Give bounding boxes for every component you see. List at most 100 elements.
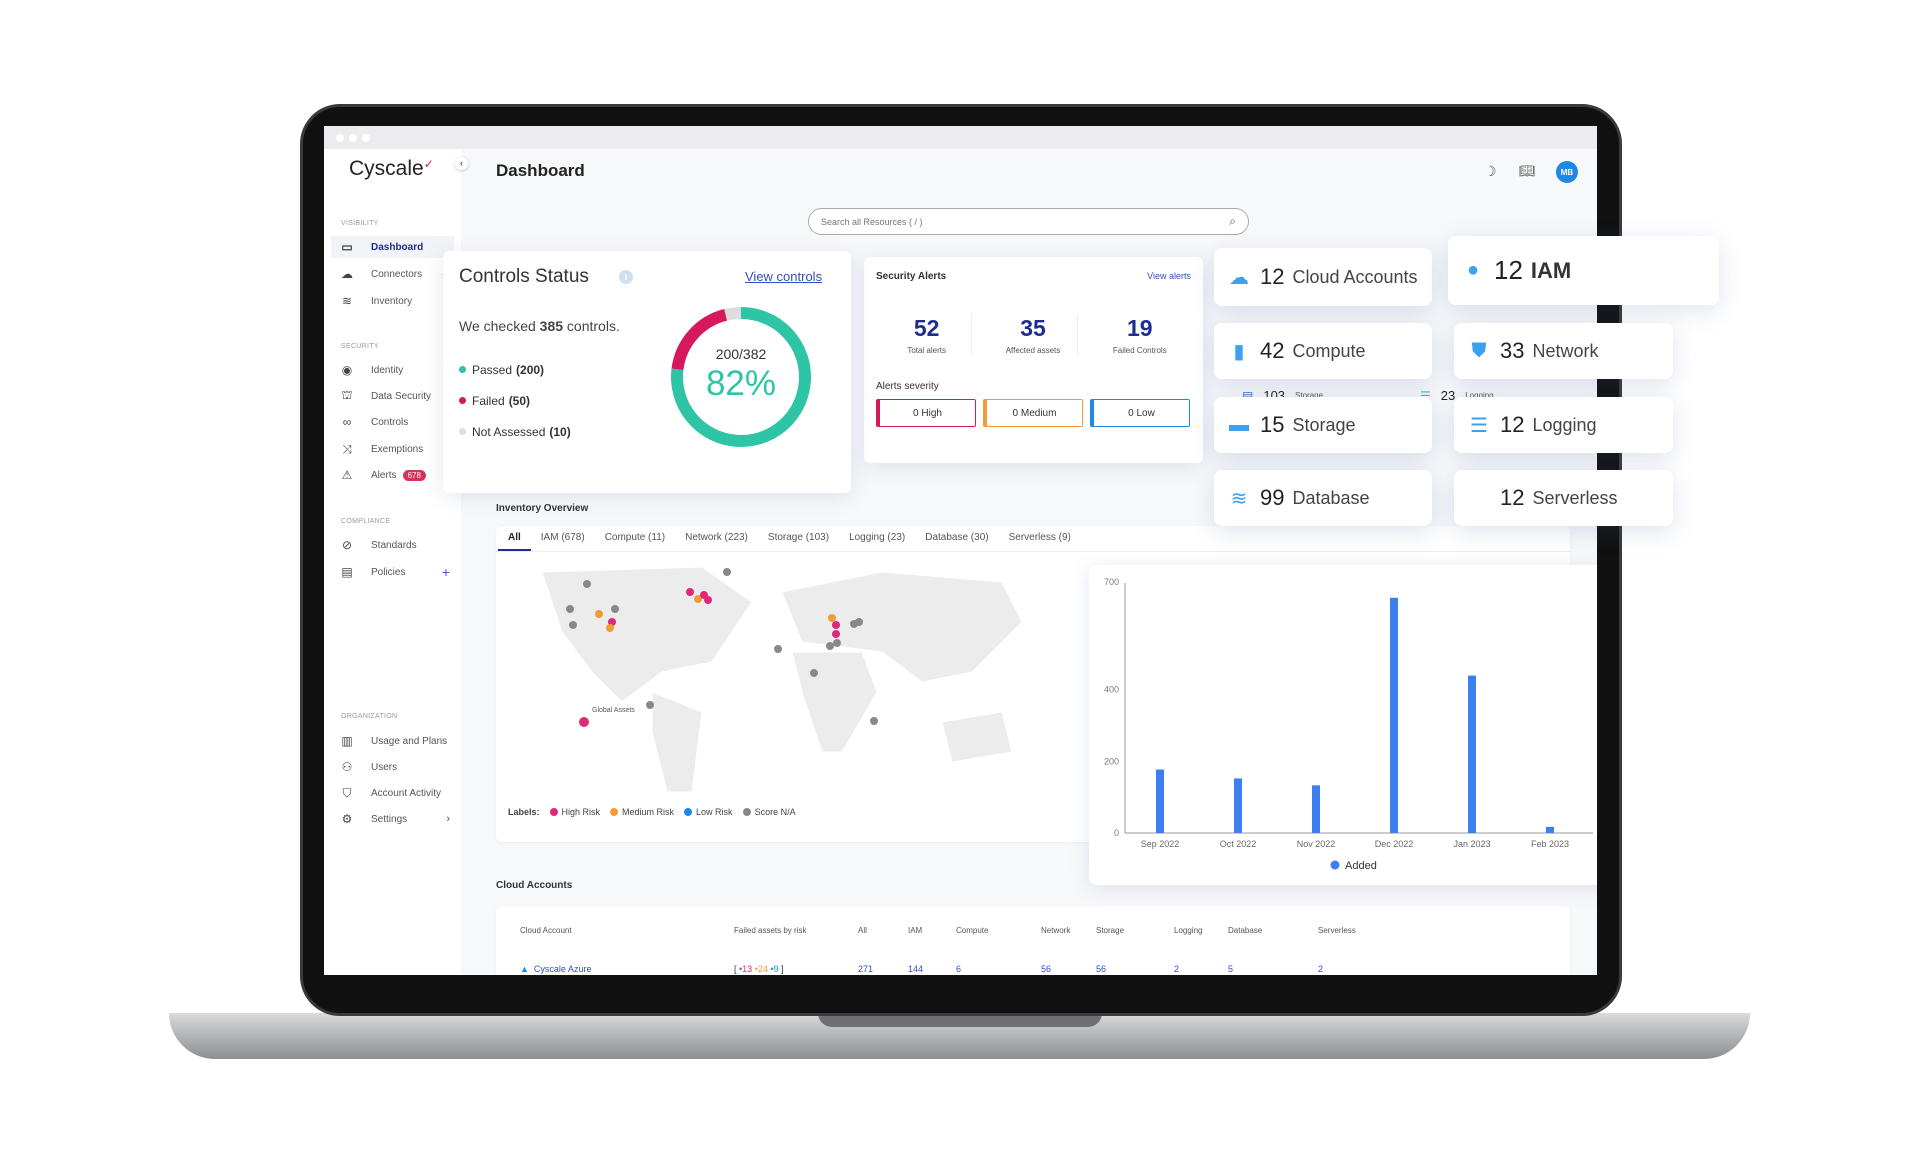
- legend-count: (10): [549, 424, 571, 439]
- checked-count: 385: [539, 318, 564, 334]
- map-asset-marker[interactable]: [611, 605, 619, 613]
- view-controls-link[interactable]: View controls: [745, 269, 822, 284]
- table-cell[interactable]: 6: [956, 964, 961, 974]
- map-asset-marker[interactable]: [569, 621, 577, 629]
- table-cell[interactable]: 271: [858, 964, 873, 974]
- map-asset-marker[interactable]: [566, 605, 574, 613]
- sidebar-item-account-activity[interactable]: ⛉ Account Activity: [331, 782, 454, 804]
- search-bar[interactable]: ⌕: [808, 208, 1249, 235]
- severity-medium-button[interactable]: 0 Medium: [983, 399, 1083, 427]
- sidebar-item-policies[interactable]: ▤ Policies +: [331, 561, 454, 583]
- map-asset-marker[interactable]: [595, 610, 603, 618]
- sidebar-item-controls[interactable]: ∞ Controls: [331, 411, 454, 433]
- logo[interactable]: Cyscale✓: [349, 157, 434, 181]
- sidebar-item-usage-and-plans[interactable]: ▥ Usage and Plans: [331, 730, 454, 752]
- tab-logging[interactable]: Logging (23): [839, 526, 915, 551]
- table-cell[interactable]: 144: [908, 964, 923, 974]
- map-asset-marker[interactable]: [826, 642, 834, 650]
- column-header[interactable]: Compute: [956, 926, 988, 935]
- column-header[interactable]: Logging: [1174, 926, 1202, 935]
- map-asset-marker[interactable]: [686, 588, 694, 596]
- bar-dec-2022[interactable]: [1390, 597, 1398, 833]
- table-cell[interactable]: 2: [1174, 964, 1179, 974]
- table-cell[interactable]: 5: [1228, 964, 1233, 974]
- bar-feb-2023[interactable]: [1546, 826, 1554, 833]
- column-header[interactable]: Database: [1228, 926, 1262, 935]
- sidebar-item-inventory[interactable]: ≋ Inventory: [331, 290, 454, 312]
- bar-nov-2022[interactable]: [1312, 785, 1320, 833]
- sidebar-item-data-security[interactable]: ⛫ Data Security: [331, 385, 454, 407]
- tab-database[interactable]: Database (30): [915, 526, 998, 551]
- bar-sep-2022[interactable]: [1156, 769, 1164, 833]
- avatar[interactable]: MB: [1556, 161, 1578, 183]
- table-cell[interactable]: 2: [1318, 964, 1323, 974]
- sidebar-item-dashboard[interactable]: ▭ Dashboard: [331, 236, 454, 258]
- sidebar-item-settings[interactable]: ⚙ Settings ›: [331, 808, 454, 830]
- bar-jan-2023[interactable]: [1468, 675, 1476, 833]
- tile-logging[interactable]: ☰ 12 Logging: [1454, 397, 1673, 453]
- tab-storage[interactable]: Storage (103): [758, 526, 839, 551]
- table-cell[interactable]: 56: [1041, 964, 1051, 974]
- tab-all[interactable]: All: [498, 526, 531, 551]
- severity-high-button[interactable]: 0 High: [876, 399, 976, 427]
- tile-network[interactable]: ⛊ 33 Network: [1454, 323, 1673, 379]
- map-asset-marker[interactable]: [646, 701, 654, 709]
- sidebar-item-identity[interactable]: ◉ Identity: [331, 359, 454, 381]
- table-cell[interactable]: 56: [1096, 964, 1106, 974]
- column-header[interactable]: Serverless: [1318, 926, 1356, 935]
- map-asset-marker[interactable]: [870, 717, 878, 725]
- add-icon[interactable]: +: [442, 564, 450, 580]
- alert-stat: 52 Total alerts: [882, 315, 973, 355]
- severity-low-button[interactable]: 0 Low: [1090, 399, 1190, 427]
- tab-network[interactable]: Network (223): [675, 526, 758, 551]
- tile-compute[interactable]: ▮ 42 Compute: [1214, 323, 1432, 379]
- map-asset-marker[interactable]: [774, 645, 782, 653]
- sidebar-item-alerts[interactable]: ⚠ Alerts 678: [331, 464, 454, 486]
- docs-book-icon[interactable]: 📖︎: [1519, 163, 1536, 179]
- sidebar-item-users[interactable]: ⚇ Users: [331, 756, 454, 778]
- view-alerts-link[interactable]: View alerts: [1147, 271, 1191, 281]
- map-asset-marker[interactable]: [583, 580, 591, 588]
- tile-serverless[interactable]: 12 Serverless: [1454, 470, 1673, 526]
- column-header[interactable]: Network: [1041, 926, 1070, 935]
- map-asset-marker[interactable]: [833, 639, 841, 647]
- tile-cloud-accounts[interactable]: ☁ 12 Cloud Accounts: [1214, 248, 1432, 306]
- map-asset-marker[interactable]: [828, 614, 836, 622]
- tile-database[interactable]: ≋ 99 Database: [1214, 470, 1432, 526]
- column-header[interactable]: Storage: [1096, 926, 1124, 935]
- map-asset-marker[interactable]: [855, 618, 863, 626]
- collapse-sidebar-button[interactable]: ‹: [455, 157, 468, 170]
- map-asset-marker[interactable]: [723, 568, 731, 576]
- column-header[interactable]: All: [858, 926, 867, 935]
- window-dot[interactable]: [349, 134, 357, 142]
- map-asset-marker[interactable]: [579, 717, 589, 727]
- map-asset-marker[interactable]: [606, 624, 614, 632]
- map-asset-marker[interactable]: [810, 669, 818, 677]
- search-input[interactable]: [821, 216, 1230, 227]
- map-asset-marker[interactable]: [704, 596, 712, 604]
- column-header[interactable]: IAM: [908, 926, 922, 935]
- window-dot[interactable]: [362, 134, 370, 142]
- column-header[interactable]: Failed assets by risk: [734, 926, 806, 935]
- sidebar-item-standards[interactable]: ⊘ Standards: [331, 534, 454, 556]
- tab-iam[interactable]: IAM (678): [531, 526, 595, 551]
- map-asset-marker[interactable]: [832, 630, 840, 638]
- tile-storage[interactable]: ▬ 15 Storage: [1214, 397, 1432, 453]
- window-dot[interactable]: [336, 134, 344, 142]
- account-name: Cyscale Azure: [533, 964, 592, 974]
- bar-oct-2022[interactable]: [1234, 778, 1242, 833]
- info-icon[interactable]: i: [619, 270, 633, 284]
- tile-label: Logging: [1532, 414, 1597, 435]
- sidebar-item-exemptions[interactable]: ⤨ Exemptions: [331, 438, 454, 460]
- search-icon[interactable]: ⌕: [1229, 214, 1236, 229]
- tile-iam[interactable]: ● 12 IAM: [1448, 236, 1719, 305]
- table-row-account[interactable]: ▲ Cyscale Azure: [520, 964, 591, 974]
- tab-compute[interactable]: Compute (11): [595, 526, 675, 551]
- column-header[interactable]: Cloud Account: [520, 926, 572, 935]
- map-asset-marker[interactable]: [832, 621, 840, 629]
- chevron-right-icon[interactable]: ›: [446, 813, 450, 825]
- sidebar-item-connectors[interactable]: ☁Connectors+: [331, 263, 454, 285]
- tab-serverless[interactable]: Serverless (9): [999, 526, 1081, 551]
- alerts-severity-label: Alerts severity: [876, 381, 939, 392]
- dark-mode-icon[interactable]: ☽: [1484, 163, 1497, 180]
